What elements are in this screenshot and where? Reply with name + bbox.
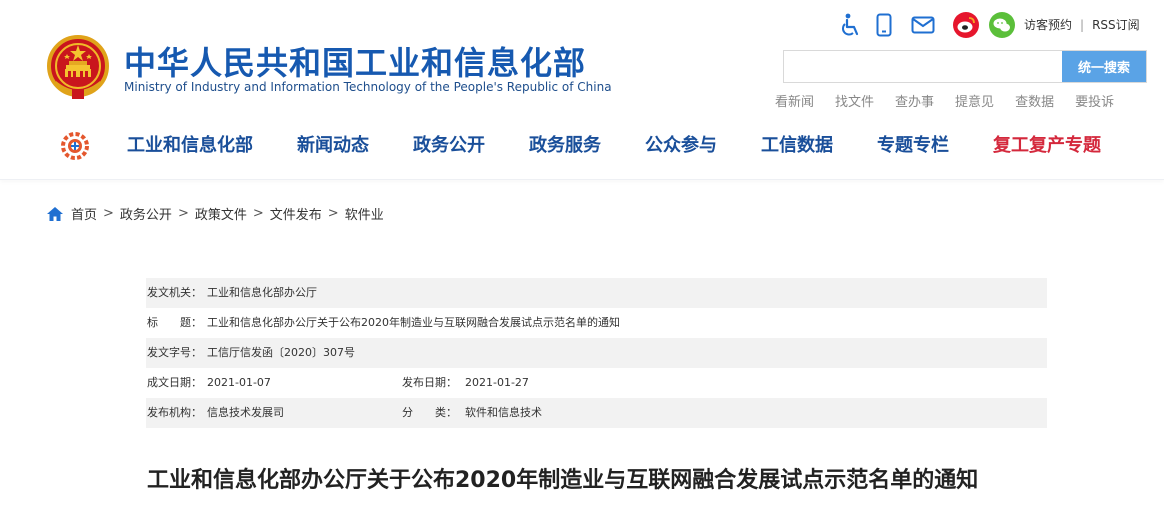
published-date-label: 发布日期： bbox=[402, 376, 457, 389]
search-input[interactable] bbox=[784, 51, 1062, 82]
site-title[interactable]: 中华人民共和国工业和信息化部 bbox=[124, 38, 586, 84]
nav-item-data[interactable]: 工信数据 bbox=[761, 134, 833, 158]
issuer-value: 工业和信息化部办公厅 bbox=[207, 286, 317, 299]
nav-item-news[interactable]: 新闻动态 bbox=[297, 134, 369, 158]
breadcrumb: 首页 > 政务公开 > 政策文件 > 文件发布 > 软件业 bbox=[47, 204, 384, 223]
issuer-label: 发文机关： bbox=[147, 286, 202, 299]
nav-item-ministry[interactable]: 工业和信息化部 bbox=[127, 134, 253, 158]
search-button[interactable]: 统一搜索 bbox=[1062, 51, 1146, 82]
doc-number-label: 发文字号： bbox=[147, 346, 202, 359]
breadcrumb-home[interactable]: 首页 bbox=[71, 204, 97, 223]
breadcrumb-file-release[interactable]: 文件发布 bbox=[270, 204, 322, 223]
site-subtitle[interactable]: Ministry of Industry and Information Tec… bbox=[124, 80, 612, 94]
doc-number-value: 工信厅信发函〔2020〕307号 bbox=[207, 346, 355, 359]
meta-row-doc-number: 发文字号： 工信厅信发函〔2020〕307号 bbox=[146, 338, 1047, 368]
breadcrumb-government-affairs[interactable]: 政务公开 bbox=[120, 204, 172, 223]
meta-row-org: 发布机构： 信息技术发展司 分 类： 软件和信息技术 bbox=[146, 398, 1047, 428]
search-box: 统一搜索 bbox=[783, 50, 1147, 83]
weibo-icon[interactable] bbox=[953, 12, 979, 38]
home-icon[interactable] bbox=[47, 206, 63, 221]
divider: | bbox=[1080, 18, 1085, 32]
wechat-icon[interactable] bbox=[989, 12, 1015, 38]
meta-row-issuer: 发文机关： 工业和信息化部办公厅 bbox=[146, 278, 1047, 308]
org-value: 信息技术发展司 bbox=[207, 406, 284, 419]
breadcrumb-separator: > bbox=[252, 206, 264, 221]
title-value: 工业和信息化部办公厅关于公布2020年制造业与互联网融合发展试点示范名单的通知 bbox=[207, 316, 620, 329]
created-date-label: 成文日期： bbox=[147, 376, 202, 389]
top-icon-bar bbox=[838, 11, 1015, 39]
meta-row-title: 标 题： 工业和信息化部办公厅关于公布2020年制造业与互联网融合发展试点示范名… bbox=[146, 308, 1047, 338]
nav-item-special-topics[interactable]: 专题专栏 bbox=[877, 134, 949, 158]
top-links: 访客预约 | RSS订阅 bbox=[1024, 16, 1140, 33]
quick-link-news[interactable]: 看新闻 bbox=[775, 95, 814, 110]
rss-link[interactable]: RSS订阅 bbox=[1092, 18, 1140, 32]
breadcrumb-software[interactable]: 软件业 bbox=[345, 204, 384, 223]
national-emblem-icon[interactable] bbox=[46, 35, 110, 101]
quick-link-files[interactable]: 找文件 bbox=[835, 95, 874, 110]
title-label: 标 题： bbox=[147, 316, 202, 329]
mail-icon[interactable] bbox=[910, 16, 936, 34]
org-label: 发布机构： bbox=[147, 406, 202, 419]
mobile-icon[interactable] bbox=[874, 13, 894, 37]
quick-link-services[interactable]: 查办事 bbox=[895, 95, 934, 110]
breadcrumb-policy-documents[interactable]: 政策文件 bbox=[195, 204, 247, 223]
visitor-appointment-link[interactable]: 访客预约 bbox=[1024, 18, 1072, 32]
accessibility-icon[interactable] bbox=[838, 13, 862, 37]
nav-item-public-participation[interactable]: 公众参与 bbox=[645, 134, 717, 158]
nav-item-government-services[interactable]: 政务服务 bbox=[529, 134, 601, 158]
quick-link-feedback[interactable]: 提意见 bbox=[955, 95, 994, 110]
nav-item-government-affairs[interactable]: 政务公开 bbox=[413, 134, 485, 158]
nav-item-resumption-topic[interactable]: 复工复产专题 bbox=[993, 134, 1101, 158]
published-date-value: 2021-01-27 bbox=[465, 376, 529, 389]
quick-link-data[interactable]: 查数据 bbox=[1015, 95, 1054, 110]
breadcrumb-separator: > bbox=[327, 206, 339, 221]
breadcrumb-separator: > bbox=[177, 206, 189, 221]
document-metadata-table: 发文机关： 工业和信息化部办公厅 标 题： 工业和信息化部办公厅关于公布2020… bbox=[146, 278, 1047, 428]
meta-row-dates: 成文日期： 2021-01-07 发布日期： 2021-01-27 bbox=[146, 368, 1047, 398]
ministry-logo-icon[interactable] bbox=[61, 132, 89, 160]
site-header: 中华人民共和国工业和信息化部 Ministry of Industry and … bbox=[0, 0, 1164, 180]
document-title: 工业和信息化部办公厅关于公布2020年制造业与互联网融合发展试点示范名单的通知 bbox=[147, 468, 979, 493]
main-nav: 工业和信息化部 新闻动态 政务公开 政务服务 公众参与 工信数据 专题专栏 复工… bbox=[127, 134, 1145, 158]
category-label: 分 类： bbox=[402, 406, 457, 419]
quick-link-complaint[interactable]: 要投诉 bbox=[1075, 95, 1114, 110]
category-value: 软件和信息技术 bbox=[465, 406, 542, 419]
quick-links: 看新闻 找文件 查办事 提意见 查数据 要投诉 bbox=[775, 91, 1114, 110]
breadcrumb-separator: > bbox=[103, 206, 114, 221]
created-date-value: 2021-01-07 bbox=[207, 376, 271, 389]
